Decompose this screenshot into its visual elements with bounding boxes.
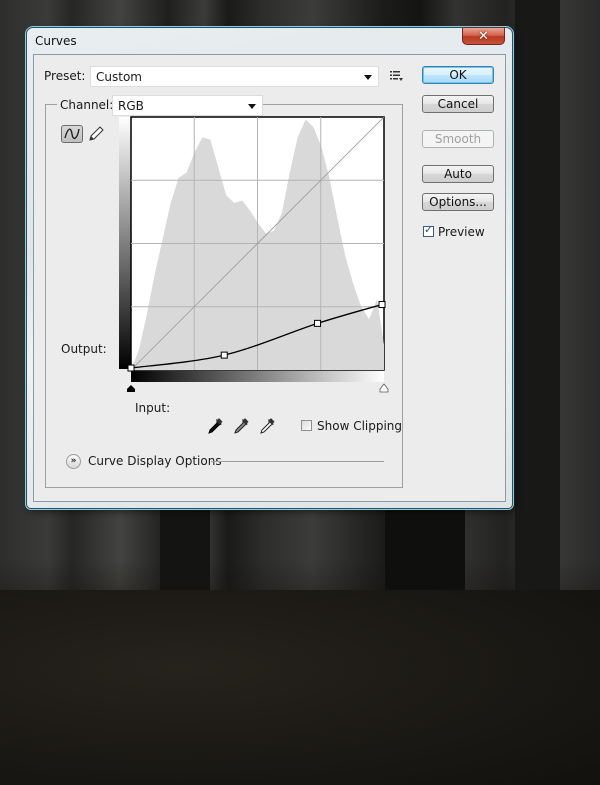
pencil-icon: [89, 126, 104, 141]
list-menu-icon: [390, 71, 403, 81]
preview-label: Preview: [438, 225, 485, 239]
preset-dropdown[interactable]: Custom: [90, 66, 379, 87]
white-eyedropper-icon: [260, 418, 275, 434]
output-label: Output:: [61, 342, 107, 356]
channel-label: Channel:: [57, 98, 117, 112]
background-ground: [0, 590, 600, 785]
white-point-slider[interactable]: [379, 383, 389, 393]
curves-dialog: Curves ✕ Preset: Custom Channel: RGB Out…: [27, 27, 512, 508]
gray-eyedropper-icon: [234, 418, 249, 434]
curve-control-point[interactable]: [127, 364, 135, 372]
curve-display-options-toggle[interactable]: »: [66, 454, 81, 469]
curve-icon: [64, 128, 80, 140]
curves-graph[interactable]: [116, 116, 396, 407]
preset-menu-icon[interactable]: [390, 70, 404, 82]
pencil-tool-button[interactable]: [87, 125, 105, 143]
curve-control-point[interactable]: [220, 351, 228, 359]
smooth-button[interactable]: Smooth: [422, 130, 494, 148]
output-gradient-bar: [119, 117, 131, 369]
curve-control-point[interactable]: [314, 319, 322, 327]
black-point-slider[interactable]: [127, 385, 135, 392]
white-eyedropper-button[interactable]: [258, 418, 276, 436]
curve-control-point[interactable]: [378, 301, 386, 309]
preset-label: Preset:: [44, 69, 86, 83]
chevron-down-icon: [364, 75, 372, 80]
input-gradient-bar: [131, 371, 384, 382]
preset-value: Custom: [96, 70, 142, 84]
cancel-button[interactable]: Cancel: [422, 95, 494, 113]
close-icon: ✕: [478, 28, 489, 44]
input-label: Input:: [135, 401, 171, 415]
black-eyedropper-button[interactable]: [206, 418, 224, 436]
dialog-client-area: Preset: Custom Channel: RGB Output: Inpu…: [33, 54, 506, 502]
channel-value: RGB: [118, 99, 144, 113]
channel-dropdown[interactable]: RGB: [112, 95, 263, 116]
options-button[interactable]: Options...: [422, 193, 494, 211]
show-clipping-checkbox[interactable]: [301, 420, 312, 431]
close-button[interactable]: ✕: [462, 27, 505, 45]
divider: [211, 461, 384, 462]
chevron-down-icon: [248, 104, 256, 109]
preview-checkbox[interactable]: [423, 223, 434, 237]
gray-eyedropper-button[interactable]: [232, 418, 250, 436]
double-chevron-down-icon: »: [70, 456, 77, 466]
black-eyedropper-icon: [208, 418, 223, 434]
curve-display-options-label: Curve Display Options: [88, 454, 222, 468]
window-title: Curves: [35, 34, 77, 48]
ok-button[interactable]: OK: [422, 66, 494, 84]
show-clipping-label: Show Clipping: [317, 419, 403, 433]
curve-tool-button[interactable]: [61, 125, 83, 143]
auto-button[interactable]: Auto: [422, 165, 494, 183]
